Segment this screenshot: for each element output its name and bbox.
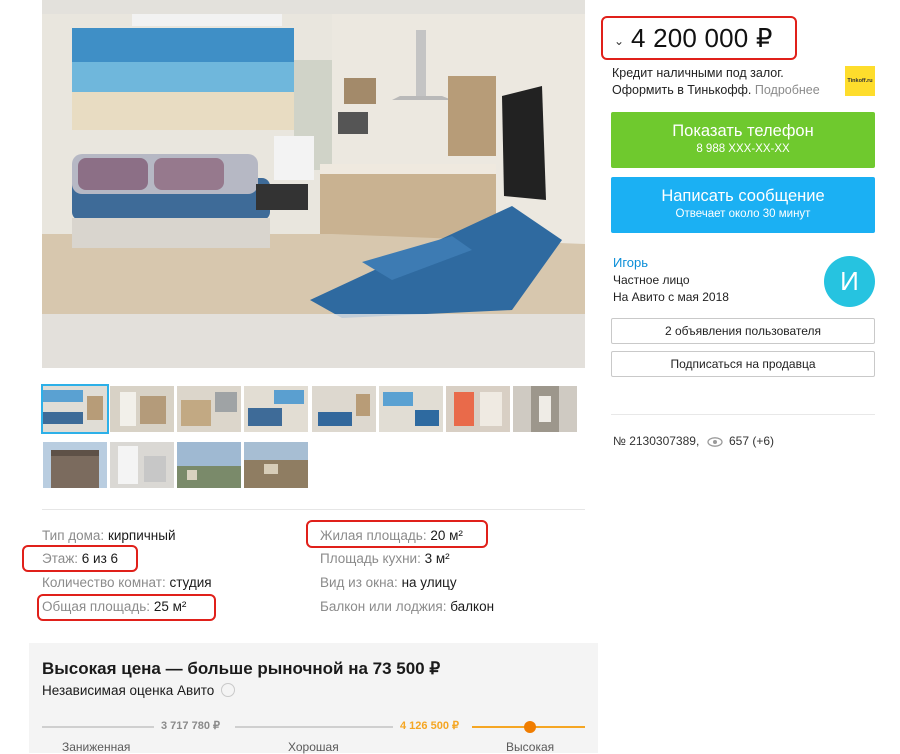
gallery-thumb-10[interactable]: [110, 442, 174, 488]
avatar[interactable]: И: [824, 256, 875, 307]
gallery-thumb-1[interactable]: [41, 384, 109, 434]
param-balcony: Балкон или лоджия: балкон: [320, 598, 494, 616]
credit-offer-line2: Оформить в Тинькофф. Подробнее: [612, 83, 820, 97]
write-message-button[interactable]: Написать сообщение Отвечает около 30 мин…: [611, 177, 875, 233]
param-window-view: Вид из окна: на улицу: [320, 574, 457, 592]
thumb-image: [110, 442, 174, 488]
gallery-thumb-8[interactable]: [513, 386, 577, 432]
phone-number-masked: 8 988 XXX-XX-XX: [696, 143, 790, 155]
seller-name-link[interactable]: Игорь: [613, 255, 648, 270]
gallery-thumb-11[interactable]: [177, 442, 241, 488]
eye-icon: [706, 436, 723, 450]
show-phone-button[interactable]: Показать телефон 8 988 XXX-XX-XX: [611, 112, 875, 168]
credit-offer-text: Оформить в Тинькофф.: [612, 83, 752, 97]
param-value: студия: [169, 575, 212, 590]
ad-number: № 2130307389,: [613, 434, 700, 448]
price-marker: [524, 721, 536, 733]
thumb-image: [244, 386, 308, 432]
scale-label-low: Заниженная: [62, 740, 131, 754]
gallery-thumb-9[interactable]: [43, 442, 107, 488]
param-label: Балкон или лоджия:: [320, 599, 447, 614]
estimate-title: Высокая цена — больше рыночной на 73 500…: [42, 659, 441, 678]
param-label: Количество комнат:: [42, 575, 166, 590]
thumb-image: [244, 442, 308, 488]
highlight-floor: [22, 545, 138, 572]
seller-type: Частное лицо: [613, 273, 690, 287]
response-time: Отвечает около 30 минут: [675, 208, 811, 220]
thumb-image: [43, 442, 107, 488]
credit-offer-line1: Кредит наличными под залог.: [612, 66, 784, 80]
scale-label-high: Высокая: [506, 740, 555, 754]
avito-logo-icon: [221, 683, 235, 697]
thumb-image: [43, 386, 107, 432]
thumb-image: [177, 442, 241, 488]
gallery-thumb-7[interactable]: [446, 386, 510, 432]
param-kitchen-area: Площадь кухни: 3 м²: [320, 550, 450, 568]
gallery-thumb-2[interactable]: [110, 386, 174, 432]
write-message-label: Написать сообщение: [661, 187, 825, 205]
chevron-down-icon[interactable]: ⌄: [614, 34, 624, 48]
highlight-living-area: [306, 520, 488, 548]
scale-low-value: 3 717 780 ₽: [161, 720, 220, 732]
gallery-thumb-6[interactable]: [379, 386, 443, 432]
thumb-image: [379, 386, 443, 432]
credit-more-link[interactable]: Подробнее: [755, 83, 820, 97]
room-photo-illustration: [42, 0, 585, 368]
gallery-thumb-4[interactable]: [244, 386, 308, 432]
gallery-thumb-3[interactable]: [177, 386, 241, 432]
param-label: Тип дома:: [42, 528, 105, 543]
param-value: на улицу: [401, 575, 457, 590]
price-value: 4 200 000 ₽: [631, 23, 773, 53]
thumb-image: [177, 386, 241, 432]
subscribe-seller-button[interactable]: Подписаться на продавца: [611, 351, 875, 377]
thumb-image: [513, 386, 577, 432]
param-rooms: Количество комнат: студия: [42, 574, 212, 592]
ad-meta: № 2130307389, 657 (+6): [613, 434, 774, 450]
divider: [611, 414, 875, 415]
scale-segment-mid: [235, 726, 393, 728]
main-photo[interactable]: [42, 0, 585, 368]
scale-segment-low: [42, 726, 154, 728]
scale-label-good: Хорошая: [288, 740, 339, 754]
estimate-subtitle: Независимая оценка Авито: [42, 683, 215, 698]
thumb-image: [312, 386, 376, 432]
param-label: Вид из окна:: [320, 575, 398, 590]
show-phone-label: Показать телефон: [672, 122, 814, 140]
param-label: Площадь кухни:: [320, 551, 421, 566]
divider: [42, 509, 585, 510]
thumb-image: [446, 386, 510, 432]
param-house-type: Тип дома: кирпичный: [42, 527, 176, 545]
gallery-thumb-5[interactable]: [312, 386, 376, 432]
gallery-thumb-12[interactable]: [244, 442, 308, 488]
thumb-image: [110, 386, 174, 432]
scale-high-value: 4 126 500 ₽: [400, 720, 459, 732]
param-value: кирпичный: [107, 528, 176, 543]
view-count: 657 (+6): [728, 434, 774, 448]
highlight-total-area: [37, 594, 216, 621]
param-value: 3 м²: [424, 551, 450, 566]
tinkoff-logo[interactable]: Tinkoff.ru: [845, 66, 875, 96]
seller-ads-button[interactable]: 2 объявления пользователя: [611, 318, 875, 344]
param-value: балкон: [450, 599, 495, 614]
seller-since: На Авито с мая 2018: [613, 290, 729, 304]
